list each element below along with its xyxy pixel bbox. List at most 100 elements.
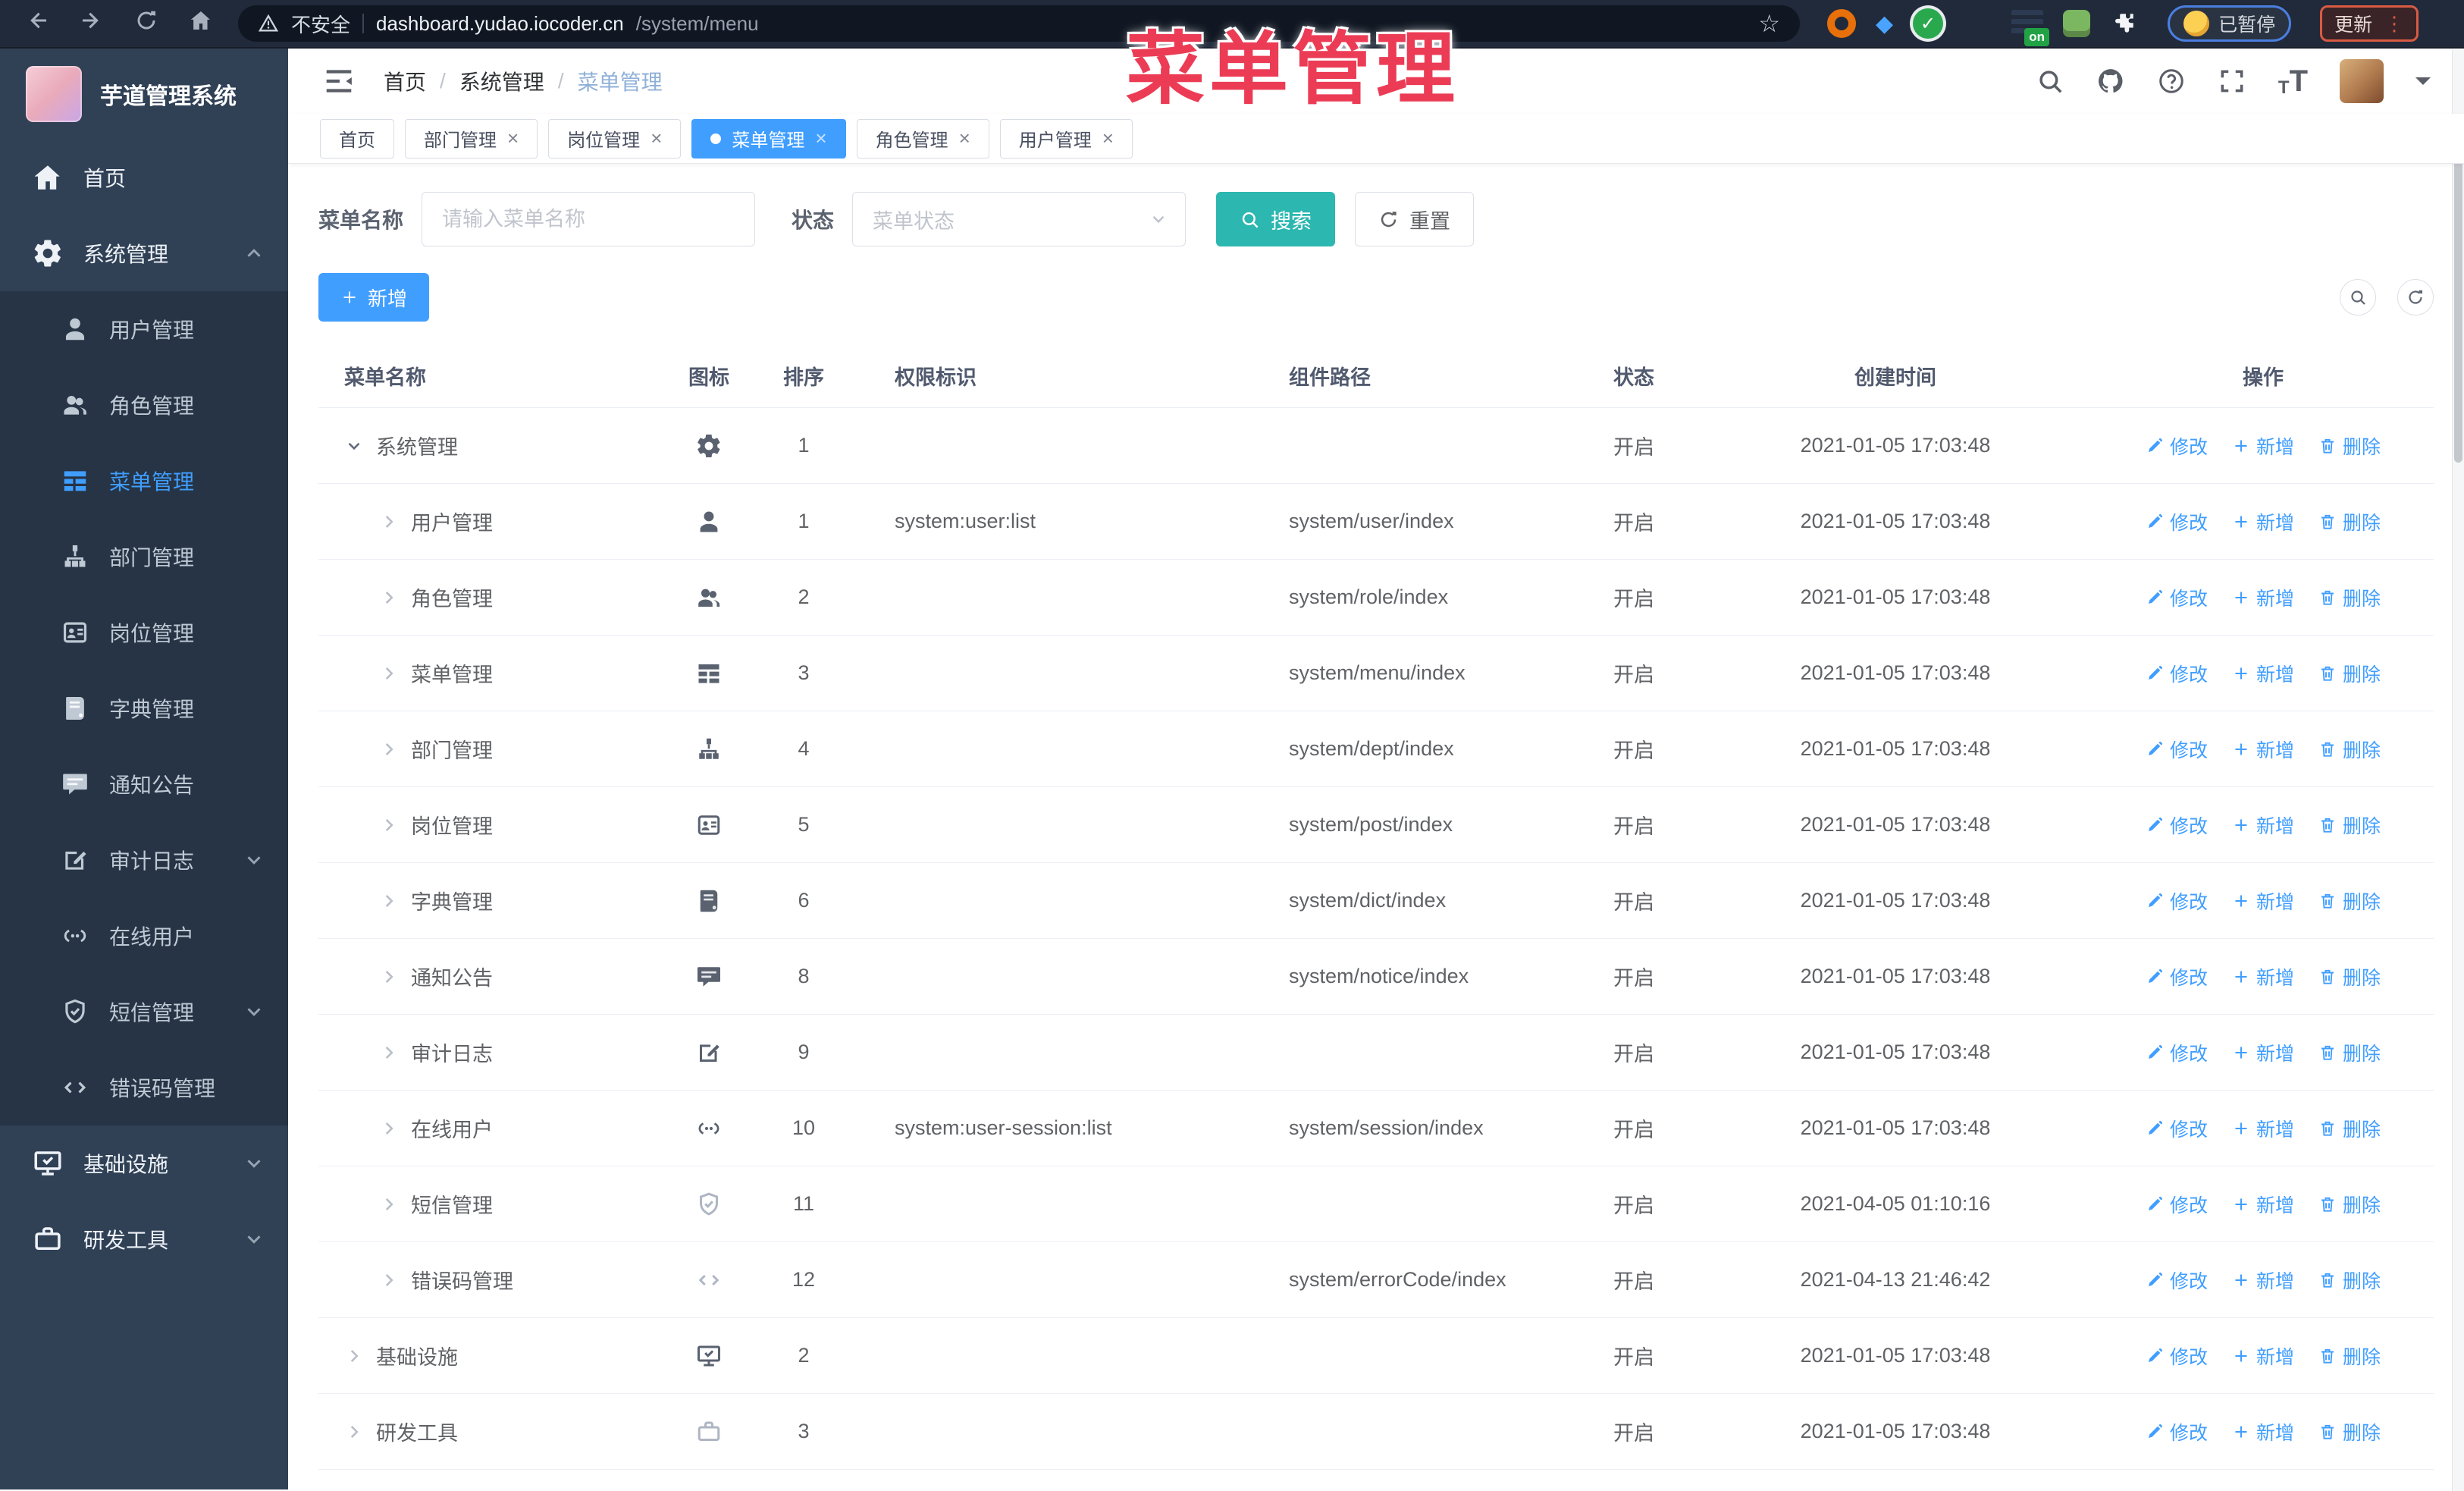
- search-button[interactable]: 搜索: [1216, 192, 1336, 246]
- extension-orange-ring-icon[interactable]: [1827, 9, 1856, 38]
- sidebar-collapse-icon[interactable]: [321, 64, 356, 99]
- expand-caret-icon[interactable]: [379, 815, 399, 835]
- expand-caret-icon[interactable]: [344, 436, 364, 456]
- tab-dept[interactable]: 部门管理: [405, 118, 538, 159]
- add-link[interactable]: 新增: [2232, 508, 2294, 535]
- browser-reload-icon[interactable]: [129, 8, 164, 39]
- tab-post[interactable]: 岗位管理: [548, 118, 682, 159]
- expand-caret-icon[interactable]: [379, 891, 399, 911]
- add-link[interactable]: 新增: [2232, 1418, 2294, 1445]
- extension-list-icon[interactable]: on: [2011, 10, 2050, 46]
- github-icon[interactable]: [2096, 67, 2125, 96]
- delete-link[interactable]: 删除: [2318, 1418, 2381, 1445]
- browser-back-icon[interactable]: [20, 8, 55, 39]
- add-link[interactable]: 新增: [2232, 811, 2294, 839]
- extension-blue-gem-icon[interactable]: ◆: [1876, 11, 1893, 37]
- add-link[interactable]: 新增: [2232, 660, 2294, 687]
- sidebar-item-infra[interactable]: 基础设施: [0, 1125, 288, 1201]
- expand-caret-icon[interactable]: [379, 1043, 399, 1063]
- browser-update-button[interactable]: 更新: [2320, 5, 2419, 42]
- close-icon[interactable]: [507, 127, 519, 150]
- status-select[interactable]: 菜单状态: [852, 192, 1187, 246]
- extension-green-bot-icon[interactable]: [2063, 10, 2091, 37]
- add-link[interactable]: 新增: [2232, 963, 2294, 990]
- sidebar-item-dept[interactable]: 部门管理: [0, 519, 288, 595]
- extensions-puzzle-icon[interactable]: [2110, 10, 2137, 37]
- delete-link[interactable]: 删除: [2318, 660, 2381, 687]
- tab-role[interactable]: 角色管理: [856, 118, 989, 159]
- edit-link[interactable]: 修改: [2146, 963, 2208, 990]
- expand-caret-icon[interactable]: [379, 967, 399, 987]
- extension-green-check-icon[interactable]: ✓: [1913, 8, 1944, 39]
- add-link[interactable]: 新增: [2232, 736, 2294, 763]
- edit-link[interactable]: 修改: [2146, 1342, 2208, 1370]
- add-link[interactable]: 新增: [2232, 1039, 2294, 1066]
- extension-color-grid-icon[interactable]: [1963, 9, 1992, 38]
- edit-link[interactable]: 修改: [2146, 432, 2208, 460]
- help-icon[interactable]: [2157, 67, 2186, 96]
- edit-link[interactable]: 修改: [2146, 736, 2208, 763]
- close-icon[interactable]: [815, 127, 826, 150]
- sidebar-item-dev-tool[interactable]: 研发工具: [0, 1201, 288, 1277]
- add-link[interactable]: 新增: [2232, 584, 2294, 611]
- user-avatar[interactable]: [2340, 59, 2384, 103]
- expand-caret-icon[interactable]: [379, 1119, 399, 1138]
- delete-link[interactable]: 删除: [2318, 887, 2381, 915]
- expand-caret-icon[interactable]: [344, 1346, 364, 1366]
- expand-caret-icon[interactable]: [344, 1422, 364, 1442]
- tab-home[interactable]: 首页: [320, 118, 394, 159]
- font-size-icon[interactable]: [2278, 64, 2308, 99]
- sidebar-item-user[interactable]: 用户管理: [0, 291, 288, 367]
- sidebar-item-post[interactable]: 岗位管理: [0, 595, 288, 670]
- search-icon[interactable]: [2036, 67, 2064, 96]
- delete-link[interactable]: 删除: [2318, 963, 2381, 990]
- sidebar-item-sms[interactable]: 短信管理: [0, 974, 288, 1050]
- sidebar-item-menu[interactable]: 菜单管理: [0, 443, 288, 519]
- sidebar-item-online-user[interactable]: 在线用户: [0, 898, 288, 974]
- edit-link[interactable]: 修改: [2146, 887, 2208, 915]
- edit-link[interactable]: 修改: [2146, 1115, 2208, 1142]
- edit-link[interactable]: 修改: [2146, 660, 2208, 687]
- edit-link[interactable]: 修改: [2146, 1191, 2208, 1218]
- add-link[interactable]: 新增: [2232, 887, 2294, 915]
- delete-link[interactable]: 删除: [2318, 1191, 2381, 1218]
- edit-link[interactable]: 修改: [2146, 1267, 2208, 1294]
- browser-home-icon[interactable]: [183, 8, 218, 39]
- avatar-caret-down-icon[interactable]: [2415, 77, 2431, 93]
- expand-caret-icon[interactable]: [379, 1194, 399, 1214]
- edit-link[interactable]: 修改: [2146, 508, 2208, 535]
- edit-link[interactable]: 修改: [2146, 811, 2208, 839]
- sidebar-item-system[interactable]: 系统管理: [0, 215, 288, 291]
- delete-link[interactable]: 删除: [2318, 1039, 2381, 1066]
- add-button[interactable]: 新增: [318, 273, 430, 322]
- sidebar-item-notice[interactable]: 通知公告: [0, 746, 288, 822]
- add-link[interactable]: 新增: [2232, 1115, 2294, 1142]
- expand-caret-icon[interactable]: [379, 739, 399, 759]
- close-icon[interactable]: [959, 127, 970, 150]
- edit-link[interactable]: 修改: [2146, 584, 2208, 611]
- reset-button[interactable]: 重置: [1355, 192, 1475, 246]
- page-scrollbar[interactable]: [2452, 50, 2464, 1491]
- sidebar-item-home[interactable]: 首页: [0, 140, 288, 215]
- fullscreen-icon[interactable]: [2218, 67, 2246, 96]
- delete-link[interactable]: 删除: [2318, 811, 2381, 839]
- delete-link[interactable]: 删除: [2318, 432, 2381, 460]
- sidebar-item-role[interactable]: 角色管理: [0, 367, 288, 443]
- expand-caret-icon[interactable]: [379, 664, 399, 683]
- breadcrumb-home[interactable]: 首页: [384, 66, 426, 96]
- tab-menu[interactable]: 菜单管理: [691, 118, 846, 159]
- browser-forward-icon[interactable]: [74, 8, 109, 39]
- paused-profile-pill[interactable]: 已暂停: [2168, 5, 2292, 42]
- sidebar-item-audit-log[interactable]: 审计日志: [0, 822, 288, 898]
- sidebar-item-dict[interactable]: 字典管理: [0, 670, 288, 746]
- refresh-table-button[interactable]: [2397, 279, 2434, 315]
- delete-link[interactable]: 删除: [2318, 1342, 2381, 1370]
- sidebar-item-error-code[interactable]: 错误码管理: [0, 1050, 288, 1125]
- delete-link[interactable]: 删除: [2318, 584, 2381, 611]
- tab-user[interactable]: 用户管理: [999, 118, 1133, 159]
- add-link[interactable]: 新增: [2232, 1191, 2294, 1218]
- close-icon[interactable]: [650, 127, 662, 150]
- expand-caret-icon[interactable]: [379, 512, 399, 532]
- scrollbar-thumb[interactable]: [2454, 129, 2462, 463]
- breadcrumb-system[interactable]: 系统管理: [459, 66, 544, 96]
